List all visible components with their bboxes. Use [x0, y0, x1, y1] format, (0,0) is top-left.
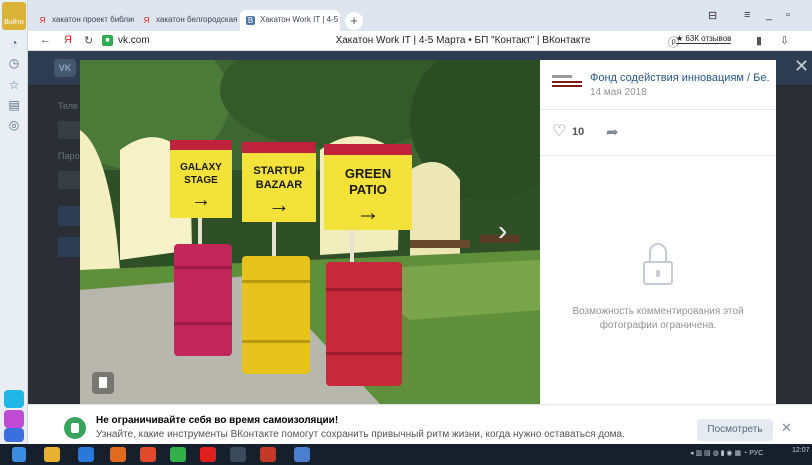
clock[interactable]: 12:07 [792, 447, 810, 454]
yandex-icon: Я [143, 16, 150, 25]
yandex-browser-icon[interactable] [200, 447, 216, 462]
photo-scene: GALAXY STAGE → STARTUP BAZAAR → GREEN PA… [80, 60, 540, 404]
sign-text: GREEN [345, 166, 391, 181]
lock-icon: ■ [102, 35, 113, 46]
dimmed-label: Паро [58, 151, 80, 161]
tab[interactable]: Я хакатон проект библиотеки [32, 10, 134, 31]
restore-icon[interactable]: ▫ [786, 9, 790, 21]
start-icon[interactable] [12, 447, 26, 462]
photo-date[interactable]: 14 мая 2018 [590, 87, 647, 98]
tag-icon[interactable] [92, 372, 114, 394]
comments-closed-message: Возможность комментирования этой фотогра… [572, 306, 744, 331]
language-indicator[interactable]: РУС [749, 450, 763, 457]
sign-text: STAGE [184, 175, 218, 186]
page-title[interactable]: Хакатон Work IT | 4-5 Марта • БП "Контак… [328, 35, 598, 46]
tab-manager-icon[interactable]: ⊟ [708, 9, 717, 22]
login-label: Войти [4, 19, 24, 26]
sign-text: STARTUP [253, 165, 304, 177]
close-icon[interactable]: ✕ [781, 420, 792, 436]
vk-logo: VK [54, 59, 76, 77]
app-icon[interactable] [294, 447, 310, 462]
app-icon[interactable] [4, 410, 24, 428]
notes-icon[interactable]: ▤ [7, 98, 21, 112]
lock-icon [643, 243, 673, 285]
author-link[interactable]: Фонд содействия инновациям / Бе... [590, 72, 770, 84]
tab[interactable]: Я хакатон белгородская бит [136, 10, 238, 31]
settings-icon[interactable]: ◎ [7, 118, 21, 132]
tab-active[interactable]: В Хакатон Work IT | 4-5 М [240, 10, 340, 31]
sign-arrow: → [268, 192, 290, 217]
share-icon[interactable]: ➦ [606, 123, 619, 141]
back-icon[interactable]: ← [40, 34, 51, 46]
url-domain[interactable]: vk.com [118, 35, 150, 46]
reviews-badge[interactable]: ★ 63К отзывов [676, 34, 732, 44]
actions-row: ♡ 10 ➦ [540, 110, 776, 156]
app-icon[interactable] [260, 447, 276, 462]
sign-text: GALAXY [180, 162, 222, 173]
app-launcher-icon[interactable] [4, 390, 24, 408]
dimmed-label: Теле [58, 101, 78, 111]
sign-text: BAZAAR [256, 179, 302, 191]
notification-title: Не ограничивайте себя во время самоизоля… [96, 415, 339, 426]
like-icon[interactable]: ♡ [552, 124, 566, 140]
reload-icon[interactable]: ↻ [84, 34, 93, 47]
tab-strip: Я хакатон проект библиотеки Я хакатон бе… [28, 0, 812, 31]
menu-icon[interactable]: ≡ [744, 9, 750, 21]
chrome-icon[interactable] [140, 447, 156, 462]
history-icon[interactable]: ◷ [7, 56, 21, 70]
sign-text: PATIO [349, 182, 387, 197]
downloads-icon[interactable]: ⇩ [780, 34, 789, 47]
whatsapp-icon[interactable] [170, 447, 186, 462]
next-photo-arrow[interactable]: › [498, 214, 522, 248]
likes-count[interactable]: 10 [572, 126, 584, 138]
sign-arrow: → [356, 199, 380, 226]
app-icon[interactable] [230, 447, 246, 462]
edge-icon[interactable] [78, 447, 94, 462]
notification-text: Узнайте, какие инструменты ВКонтакте пом… [96, 429, 625, 440]
system-tray[interactable]: ◂ ▥ ▤ ◍ ▮ ◉ ▦ ◔ РУС [690, 449, 763, 457]
new-tab-button[interactable]: + [345, 12, 363, 30]
address-bar: ← Я ↻ ■ vk.com Хакатон Work IT | 4-5 Мар… [28, 31, 812, 51]
star-icon[interactable]: ☆ [7, 78, 21, 92]
login-button[interactable]: Войти [2, 2, 26, 30]
app-icon[interactable] [110, 447, 126, 462]
barrel-red [326, 262, 402, 386]
sign-arrow: → [191, 189, 211, 211]
explorer-icon[interactable] [44, 447, 60, 462]
minimize-icon[interactable]: _ [766, 9, 772, 21]
photo[interactable]: GALAXY STAGE → STARTUP BAZAAR → GREEN PA… [80, 60, 540, 404]
view-button[interactable]: Посмотреть [697, 419, 773, 441]
taskbar: ◂ ▥ ▤ ◍ ▮ ◉ ▦ ◔ РУС 12:07 [0, 444, 812, 465]
author-block: Фонд содействия инновациям / Бе... 14 ма… [540, 60, 776, 110]
tab-label: хакатон белгородская бит [156, 15, 238, 24]
browser-sidebar: Войти ◔ ◷ ☆ ▤ ◎ [0, 0, 28, 455]
author-avatar[interactable] [552, 75, 582, 95]
bell-icon[interactable]: ◔ [7, 36, 21, 50]
vk-icon: В [246, 16, 255, 25]
barrel-pink [174, 244, 232, 356]
close-viewer-icon[interactable]: ✕ [794, 56, 809, 77]
app-icon[interactable] [4, 428, 24, 442]
photo-info-panel: Фонд содействия инновациям / Бе... 14 ма… [540, 60, 776, 404]
tab-label: Хакатон Work IT | 4-5 М [260, 15, 340, 24]
tab-label: хакатон проект библиотеки [52, 15, 134, 24]
yandex-home-icon[interactable]: Я [64, 34, 72, 46]
barrel-yellow [242, 256, 310, 374]
notification-bar: Не ограничивайте себя во время самоизоля… [28, 404, 812, 444]
yandex-icon: Я [39, 16, 46, 25]
bookmark-icon[interactable]: ▮ [756, 34, 762, 47]
home-icon [64, 417, 86, 439]
